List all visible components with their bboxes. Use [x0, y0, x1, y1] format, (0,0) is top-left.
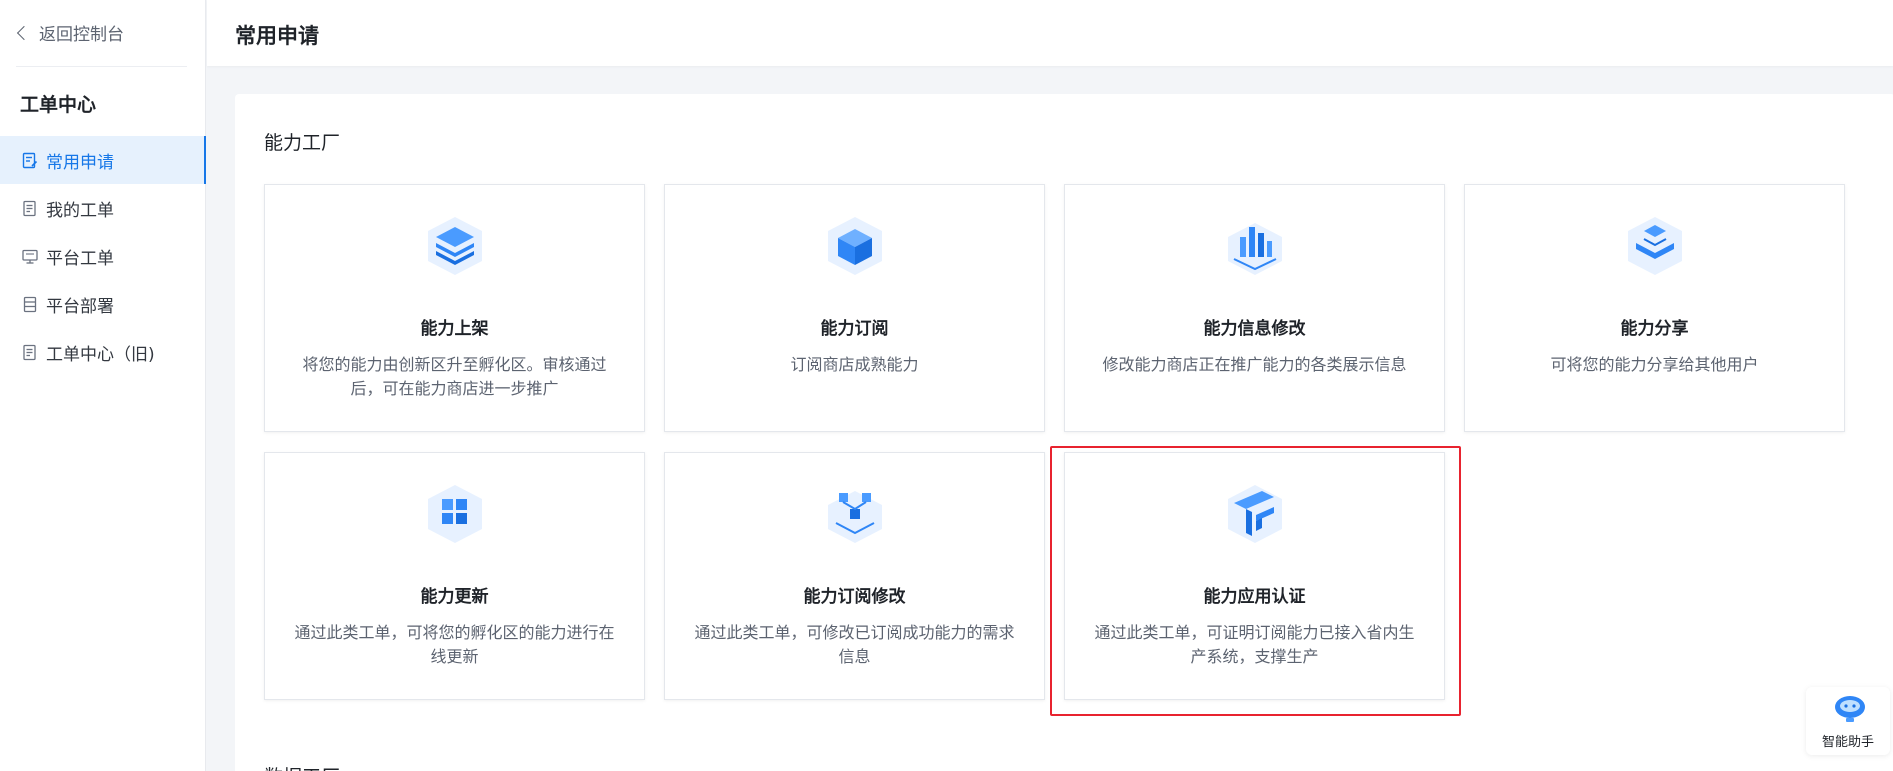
card-ability-subscribe-edit[interactable]: 能力订阅修改 通过此类工单，可修改已订阅成功能力的需求信息	[664, 452, 1045, 700]
robot-icon	[1833, 693, 1867, 723]
page-title: 常用申请	[235, 24, 319, 48]
card-title: 能力上架	[420, 319, 489, 339]
card-description: 修改能力商店正在推广能力的各类展示信息	[1102, 355, 1407, 374]
document-icon	[22, 200, 38, 217]
card-ability-info-edit[interactable]: 能力信息修改 修改能力商店正在推广能力的各类展示信息	[1064, 184, 1445, 432]
app: 返回控制台 工单中心 常用申请 我的工单 平台工单 平台部署 工单中心（旧) 常…	[0, 0, 1893, 771]
sidebar-nav: 常用申请 我的工单 平台工单 平台部署 工单中心（旧)	[0, 136, 206, 376]
card-title: 能力信息修改	[1203, 319, 1306, 339]
card-ability-share[interactable]: 能力分享 可将您的能力分享给其他用户	[1464, 184, 1845, 432]
card-title: 能力分享	[1620, 319, 1689, 339]
sidebar-item-label: 常用申请	[46, 152, 114, 173]
share-cube-icon	[1622, 213, 1688, 279]
sidebar: 返回控制台 工单中心 常用申请 我的工单 平台工单 平台部署 工单中心（旧)	[0, 0, 206, 771]
card-ability-subscribe[interactable]: 能力订阅 订阅商店成熟能力	[664, 184, 1045, 432]
network-cube-icon	[822, 481, 888, 547]
document-icon	[22, 344, 38, 361]
sidebar-title: 工单中心	[20, 94, 97, 116]
card-title: 能力订阅	[820, 319, 889, 339]
certificate-cube-icon	[1222, 481, 1288, 547]
main-panel: 能力工厂 能力上架 将您的能力由创新区升至孵化区。审核通过后，可在能力商店进一步…	[235, 94, 1893, 771]
card-description: 将您的能力由创新区升至孵化区。审核通过后，可在能力商店进一步推广	[302, 355, 607, 398]
card-description: 通过此类工单，可证明订阅能力已接入省内生产系统，支撑生产	[1094, 623, 1415, 666]
bar-chart-cube-icon	[1222, 213, 1288, 279]
sidebar-item-common-requests[interactable]: 常用申请	[0, 136, 206, 184]
sidebar-item-platform-tickets[interactable]: 平台工单	[0, 232, 206, 280]
card-title: 能力应用认证	[1203, 587, 1306, 607]
sidebar-item-label: 工单中心（旧)	[46, 344, 155, 365]
sidebar-item-label: 平台工单	[46, 248, 114, 269]
card-description: 订阅商店成熟能力	[790, 355, 919, 374]
card-ability-application-cert[interactable]: 能力应用认证 通过此类工单，可证明订阅能力已接入省内生产系统，支撑生产	[1064, 452, 1445, 700]
section-title-data-factory: 数据工厂	[264, 762, 340, 771]
card-description: 可将您的能力分享给其他用户	[1550, 355, 1759, 374]
back-link-label: 返回控制台	[39, 25, 124, 45]
sidebar-divider	[16, 66, 187, 67]
sidebar-item-my-tickets[interactable]: 我的工单	[0, 184, 206, 232]
form-icon	[22, 152, 38, 169]
chevron-left-icon	[16, 25, 32, 40]
monitor-icon	[22, 248, 38, 265]
page-header: 常用申请	[207, 0, 1893, 66]
sidebar-item-ticket-center-old[interactable]: 工单中心（旧)	[0, 328, 206, 376]
back-to-console-link[interactable]: 返回控制台	[16, 20, 124, 45]
sidebar-item-platform-deploy[interactable]: 平台部署	[0, 280, 206, 328]
sidebar-item-label: 平台部署	[46, 296, 114, 317]
card-ability-listing[interactable]: 能力上架 将您的能力由创新区升至孵化区。审核通过后，可在能力商店进一步推广	[264, 184, 645, 432]
cube-icon	[822, 213, 888, 279]
card-title: 能力订阅修改	[803, 587, 906, 607]
grid-cube-icon	[422, 481, 488, 547]
card-description: 通过此类工单，可修改已订阅成功能力的需求信息	[694, 623, 1015, 666]
card-description: 通过此类工单，可将您的孵化区的能力进行在线更新	[294, 623, 615, 666]
section-title-ability-factory: 能力工厂	[264, 132, 341, 154]
sidebar-item-label: 我的工单	[46, 200, 114, 221]
card-ability-update[interactable]: 能力更新 通过此类工单，可将您的孵化区的能力进行在线更新	[264, 452, 645, 700]
assistant-label: 智能助手	[1821, 735, 1874, 750]
card-title: 能力更新	[420, 587, 489, 607]
server-icon	[22, 296, 38, 313]
layers-stack-icon	[422, 213, 488, 279]
smart-assistant-button[interactable]: 智能助手	[1806, 687, 1890, 755]
